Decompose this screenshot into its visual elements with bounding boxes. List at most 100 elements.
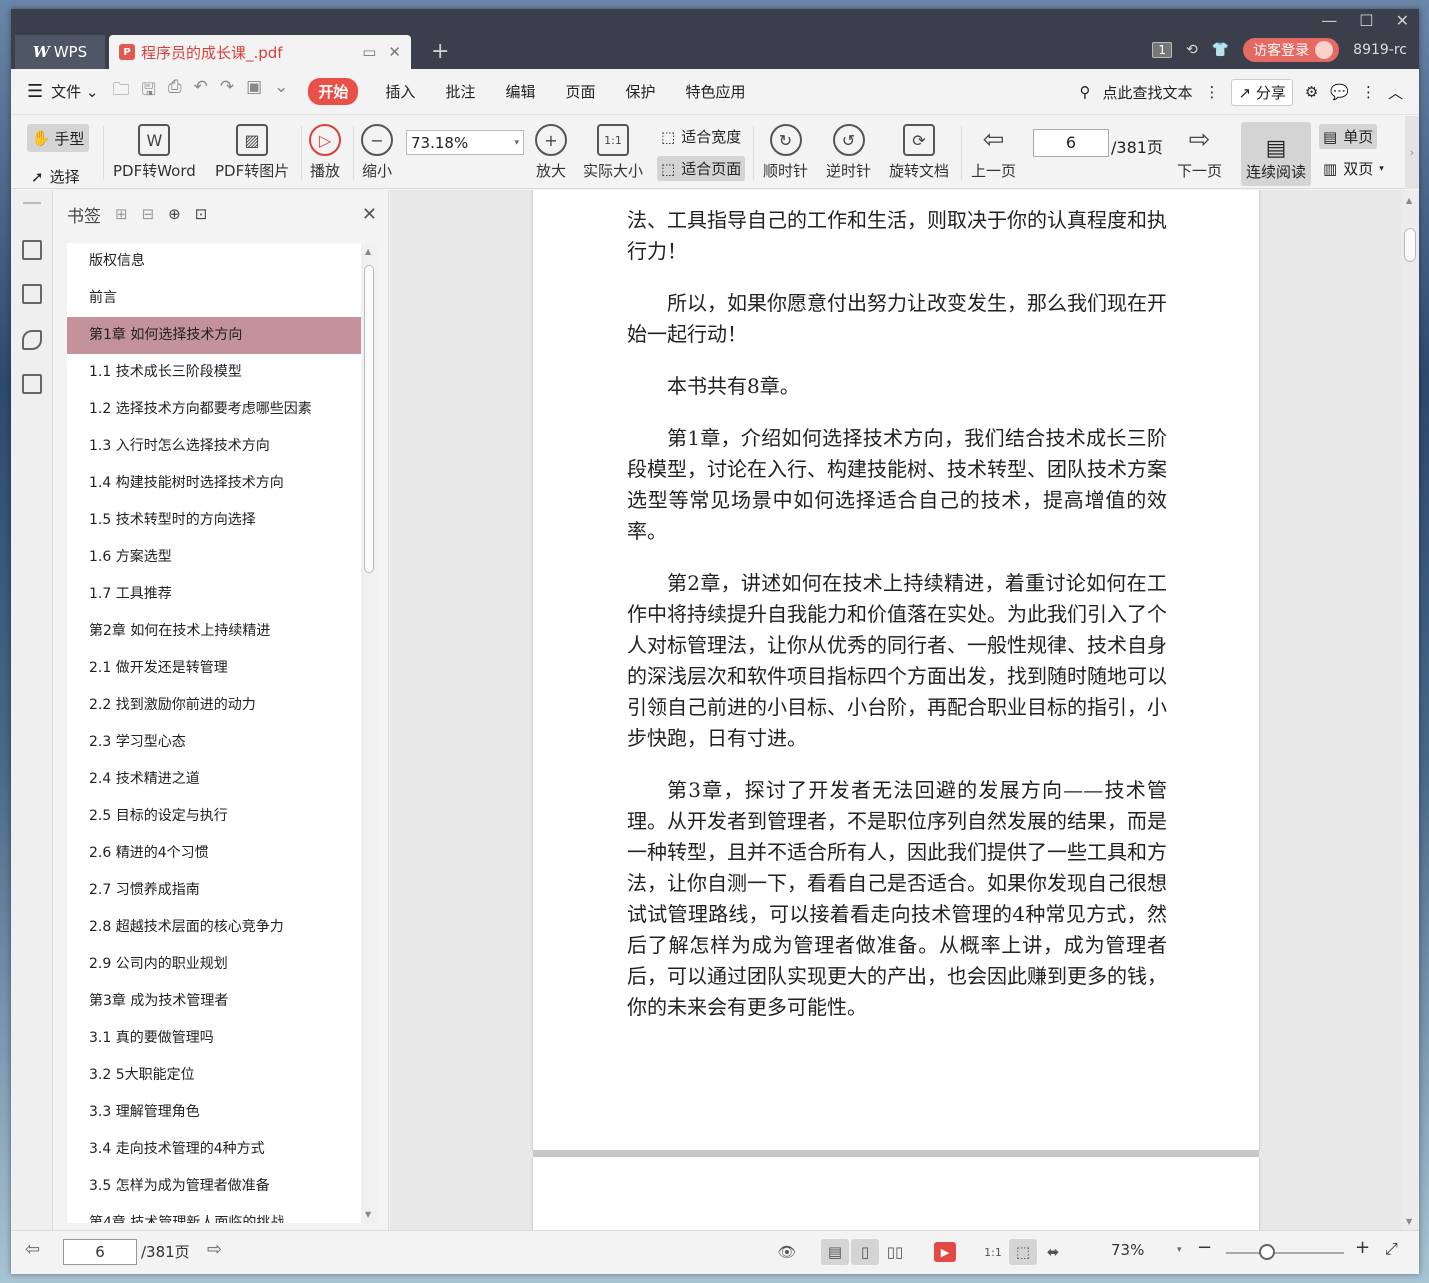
bookmark-item[interactable]: 版权信息 (67, 243, 361, 280)
bookmark-item[interactable]: 1.6 方案选型 (67, 539, 361, 576)
double-page-button[interactable]: ▥ 双页 ▾ (1319, 156, 1388, 181)
bookmark-item[interactable]: 2.7 习惯养成指南 (67, 872, 361, 909)
thumbnail-image-icon[interactable] (22, 284, 42, 304)
kebab-icon[interactable]: ⋮ (1204, 83, 1219, 101)
play-button[interactable]: ▷ 播放 (309, 124, 341, 181)
more-icon[interactable]: ⌄ (274, 77, 288, 106)
drag-handle[interactable] (23, 202, 41, 204)
status-page-input[interactable]: 6 (63, 1239, 137, 1265)
scroll-up-icon[interactable]: ▲ (365, 247, 371, 256)
bookmark-item[interactable]: 1.1 技术成长三阶段模型 (67, 354, 361, 391)
bookmark-item[interactable]: 第3章 成为技术管理者 (67, 983, 361, 1020)
bookmark-item[interactable]: 1.7 工具推荐 (67, 576, 361, 613)
collapse-all-icon[interactable]: ⊟ (142, 205, 155, 223)
bookmark-scrollbar[interactable]: ▲ ▼ (361, 243, 377, 1223)
status-zoom-value[interactable]: 73% (1111, 1241, 1144, 1259)
single-page-button[interactable]: ▤ 单页 (1319, 124, 1378, 149)
bookmark-item[interactable]: 2.5 目标的设定与执行 (67, 798, 361, 835)
close-tab-icon[interactable]: ✕ (388, 43, 401, 61)
zoom-dropdown-icon[interactable]: ▾ (1177, 1245, 1182, 1255)
bookmark-item[interactable]: 2.1 做开发还是转管理 (67, 650, 361, 687)
next-page-button[interactable]: ⇨ 下一页 (1177, 124, 1222, 181)
search-text-button[interactable]: 点此查找文本 (1102, 82, 1192, 103)
bookmark-item[interactable]: 第2章 如何在技术上持续精进 (67, 613, 361, 650)
previous-page-button[interactable]: ⇦ 上一页 (971, 124, 1016, 181)
zoom-in-button[interactable]: + 放大 (535, 124, 567, 181)
scroll-thumb[interactable] (364, 265, 374, 573)
scroll-up-icon[interactable]: ▲ (1406, 196, 1412, 205)
bookmark-item[interactable]: 3.2 5大职能定位 (67, 1057, 361, 1094)
fit-width-icon[interactable]: ⬌ (1039, 1239, 1067, 1265)
open-icon[interactable]: 🗀 (113, 77, 130, 106)
toolbar-expand-icon[interactable]: › (1405, 116, 1419, 189)
hand-tool-button[interactable]: ✋ 手型 (27, 124, 89, 152)
bookmark-item[interactable]: 2.3 学习型心态 (67, 724, 361, 761)
fullscreen-icon[interactable]: ⤢ (1385, 1239, 1398, 1259)
bookmark-item[interactable]: 3.1 真的要做管理吗 (67, 1020, 361, 1057)
bookmark-item[interactable]: 2.6 精进的4个习惯 (67, 835, 361, 872)
document-scrollbar[interactable]: ▲ ▼ (1401, 190, 1419, 1230)
actual-size-icon[interactable]: 1:1 (979, 1239, 1007, 1265)
single-page-mode-icon[interactable]: ▯ (851, 1239, 879, 1265)
select-tool-button[interactable]: ➚ 选择 (31, 166, 80, 187)
bookmark-item[interactable]: 3.3 理解管理角色 (67, 1094, 361, 1131)
bookmark-item[interactable]: 1.3 入行时怎么选择技术方向 (67, 428, 361, 465)
bookmark-item[interactable]: 3.5 怎样为成为管理者做准备 (67, 1168, 361, 1205)
sync-icon[interactable]: ⟲ (1186, 42, 1198, 58)
rotate-document-button[interactable]: ⟳ 旋转文档 (889, 124, 949, 181)
screen-icon[interactable]: ▭ (362, 43, 376, 61)
guest-login-button[interactable]: 访客登录 (1243, 38, 1340, 62)
menu-edit[interactable]: 编辑 (490, 81, 550, 102)
bookmark-item[interactable]: 1.2 选择技术方向都要考虑哪些因素 (67, 391, 361, 428)
menu-insert[interactable]: 插入 (370, 81, 430, 102)
wps-home-tab[interactable]: W WPS (15, 35, 105, 69)
save-icon[interactable]: 🖫 (142, 77, 156, 106)
export-icon[interactable]: ▣ (246, 77, 262, 106)
menu-start[interactable]: 开始 (308, 78, 359, 105)
window-count-badge[interactable]: 1 (1152, 42, 1172, 58)
pdf-to-image-button[interactable]: ▨ PDF转图片 (215, 124, 289, 181)
bookmark-item[interactable]: 2.8 超越技术层面的核心竞争力 (67, 909, 361, 946)
print-icon[interactable]: ⎙ (168, 77, 182, 106)
bookmark-item[interactable]: 第1章 如何选择技术方向 (67, 317, 361, 354)
bookmark-item[interactable]: 1.4 构建技能树时选择技术方向 (67, 465, 361, 502)
zoom-out-button[interactable]: − 缩小 (361, 124, 393, 181)
menu-page[interactable]: 页面 (550, 81, 610, 102)
zoom-in-icon[interactable]: + (1355, 1237, 1370, 1258)
settings-icon[interactable]: ⚙ (1305, 83, 1318, 101)
comment-icon[interactable]: 💬 (1330, 83, 1349, 101)
search-icon[interactable]: ⚲ (1079, 83, 1090, 101)
zoom-select[interactable]: 73.18% ▾ (406, 130, 524, 155)
play-slideshow-icon[interactable]: ▶ (934, 1242, 956, 1262)
bookmark-item[interactable]: 2.4 技术精进之道 (67, 761, 361, 798)
collapse-ribbon-icon[interactable]: ︿ (1388, 82, 1403, 103)
zoom-slider[interactable] (1226, 1252, 1344, 1254)
prev-page-icon[interactable]: ⇦ (25, 1239, 40, 1260)
add-tab-icon[interactable]: + (431, 39, 449, 64)
close-panel-icon[interactable]: ✕ (362, 204, 377, 225)
maximize-icon[interactable]: ☐ (1359, 11, 1373, 30)
scroll-down-icon[interactable]: ▼ (1406, 1217, 1412, 1226)
close-window-icon[interactable]: ✕ (1396, 11, 1409, 30)
bookmark-item[interactable]: 1.5 技术转型时的方向选择 (67, 502, 361, 539)
hamburger-icon[interactable]: ☰ (27, 81, 43, 102)
menu-features[interactable]: 特色应用 (671, 81, 761, 102)
expand-all-icon[interactable]: ⊞ (115, 205, 128, 223)
bookmark-item[interactable]: 3.4 走向技术管理的4种方式 (67, 1131, 361, 1168)
minimize-icon[interactable]: — (1321, 11, 1337, 30)
export-image-icon[interactable] (22, 374, 42, 394)
bookmark-item[interactable]: 第4章 技术管理新人面临的挑战 (67, 1205, 361, 1223)
scroll-thumb[interactable] (1404, 228, 1416, 262)
continuous-read-button[interactable]: ▤ 连续阅读 (1241, 122, 1311, 186)
menu-annotate[interactable]: 批注 (430, 81, 490, 102)
rotate-clockwise-button[interactable]: ↻ 顺时针 (763, 124, 808, 181)
rotate-counterclockwise-button[interactable]: ↺ 逆时针 (826, 124, 871, 181)
bookmark-item[interactable]: 2.2 找到激励你前进的动力 (67, 687, 361, 724)
bookmark-item[interactable]: 前言 (67, 280, 361, 317)
annotation-icon[interactable] (22, 330, 42, 350)
eye-protection-icon[interactable]: 👁 (773, 1239, 801, 1265)
pdf-to-word-button[interactable]: W PDF转Word (113, 124, 196, 181)
add-bookmark-icon[interactable]: ⊕ (168, 205, 181, 223)
page-number-input[interactable]: 6 (1033, 129, 1109, 157)
zoom-out-icon[interactable]: − (1197, 1237, 1212, 1258)
